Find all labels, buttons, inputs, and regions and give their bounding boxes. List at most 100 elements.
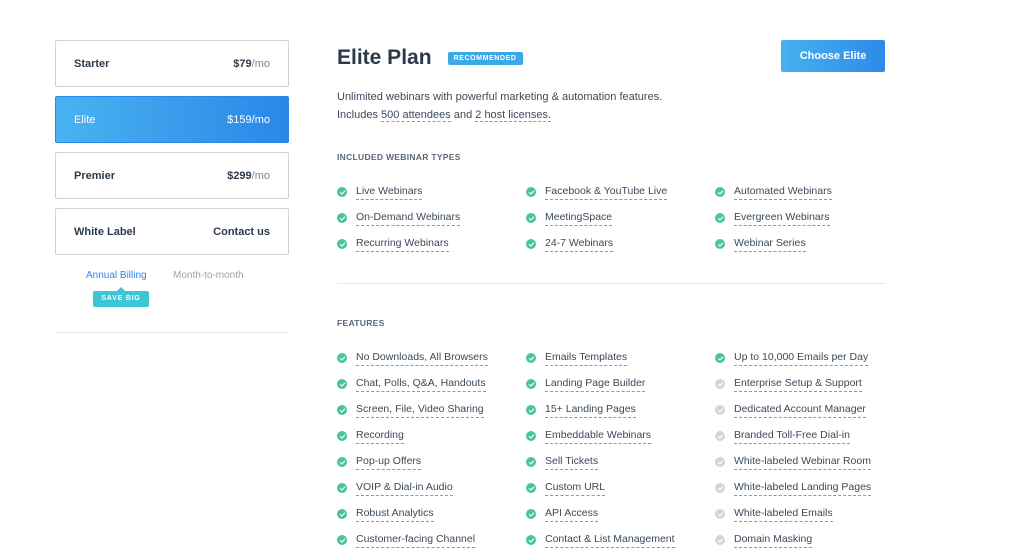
- choose-plan-button[interactable]: Choose Elite: [781, 40, 885, 72]
- check-icon: [715, 457, 725, 467]
- item-label[interactable]: Facebook & YouTube Live: [545, 185, 668, 200]
- list-item: Domain Masking: [715, 530, 885, 550]
- check-icon: [337, 535, 347, 545]
- plan-price: Contact us: [213, 226, 270, 238]
- check-icon: [715, 239, 725, 249]
- item-label[interactable]: Automated Webinars: [734, 185, 832, 200]
- item-label[interactable]: Customer-facing Channel: [356, 533, 476, 548]
- plan-price-amount: $299: [227, 169, 252, 182]
- check-icon: [526, 379, 536, 389]
- item-label[interactable]: Screen, File, Video Sharing: [356, 403, 484, 418]
- plan-price-period: /mo: [251, 169, 270, 182]
- list-item: Dedicated Account Manager: [715, 400, 885, 420]
- item-label[interactable]: Chat, Polls, Q&A, Handouts: [356, 377, 486, 392]
- plan-price-amount: $79: [233, 57, 252, 70]
- recommended-badge: RECOMMENDED: [447, 51, 523, 65]
- plan-card-white-label[interactable]: White Label Contact us: [55, 208, 289, 255]
- list-item: Up to 10,000 Emails per Day: [715, 348, 885, 368]
- item-label[interactable]: API Access: [545, 507, 599, 522]
- item-label[interactable]: White-labeled Landing Pages: [734, 481, 872, 496]
- item-label[interactable]: Emails Templates: [545, 351, 628, 366]
- item-label[interactable]: Landing Page Builder: [545, 377, 646, 392]
- item-label[interactable]: Custom URL: [545, 481, 606, 496]
- check-icon: [715, 379, 725, 389]
- list-item: MeetingSpace: [526, 208, 715, 228]
- plan-sidebar: Starter $79/mo Elite $159/mo Premier $29…: [55, 40, 289, 333]
- item-label[interactable]: MeetingSpace: [545, 211, 613, 226]
- item-label[interactable]: Up to 10,000 Emails per Day: [734, 351, 869, 366]
- list-item: API Access: [526, 504, 715, 524]
- features-section: FEATURES No Downloads, All Browsers Email…: [337, 318, 885, 550]
- list-item: Automated Webinars: [715, 182, 885, 202]
- item-label[interactable]: Enterprise Setup & Support: [734, 377, 862, 392]
- item-label[interactable]: Domain Masking: [734, 533, 813, 548]
- item-label[interactable]: Robust Analytics: [356, 507, 434, 522]
- list-item: Recurring Webinars: [337, 234, 526, 254]
- plan-card-elite[interactable]: Elite $159/mo: [55, 96, 289, 143]
- list-item: Contact & List Management: [526, 530, 715, 550]
- check-icon: [526, 353, 536, 363]
- check-icon: [715, 405, 725, 415]
- billing-toggle: Annual Billing Month-to-month SAVE BIG: [55, 264, 289, 324]
- list-item: Emails Templates: [526, 348, 715, 368]
- item-label[interactable]: Contact & List Management: [545, 533, 675, 548]
- item-label[interactable]: Recurring Webinars: [356, 237, 449, 252]
- list-item: Facebook & YouTube Live: [526, 182, 715, 202]
- item-label[interactable]: Recording: [356, 429, 404, 444]
- plan-name: White Label: [74, 225, 136, 238]
- item-label[interactable]: Pop-up Offers: [356, 455, 422, 470]
- annual-billing-option[interactable]: Annual Billing: [86, 270, 147, 281]
- item-label[interactable]: 15+ Landing Pages: [545, 403, 636, 418]
- check-icon: [337, 379, 347, 389]
- item-label[interactable]: Dedicated Account Manager: [734, 403, 866, 418]
- item-label[interactable]: White-labeled Emails: [734, 507, 833, 522]
- item-label[interactable]: VOIP & Dial-in Audio: [356, 481, 453, 496]
- host-licenses-link[interactable]: 2 host licenses.: [475, 109, 552, 122]
- item-label[interactable]: Sell Tickets: [545, 455, 599, 470]
- check-icon: [715, 187, 725, 197]
- check-icon: [526, 405, 536, 415]
- list-item: Live Webinars: [337, 182, 526, 202]
- check-icon: [715, 535, 725, 545]
- check-icon: [337, 509, 347, 519]
- item-label[interactable]: Embeddable Webinars: [545, 429, 652, 444]
- list-item: Branded Toll-Free Dial-in: [715, 426, 885, 446]
- list-item: Recording: [337, 426, 526, 446]
- plan-card-starter[interactable]: Starter $79/mo: [55, 40, 289, 87]
- item-label[interactable]: Webinar Series: [734, 237, 806, 252]
- item-label[interactable]: On-Demand Webinars: [356, 211, 461, 226]
- check-icon: [526, 535, 536, 545]
- item-label[interactable]: Evergreen Webinars: [734, 211, 830, 226]
- check-icon: [337, 431, 347, 441]
- list-item: White-labeled Webinar Room: [715, 452, 885, 472]
- item-label[interactable]: Branded Toll-Free Dial-in: [734, 429, 850, 444]
- list-item: Customer-facing Channel: [337, 530, 526, 550]
- plan-name: Elite: [74, 113, 96, 126]
- plan-price-amount: $159: [227, 113, 252, 126]
- item-label[interactable]: No Downloads, All Browsers: [356, 351, 488, 366]
- monthly-billing-option[interactable]: Month-to-month: [173, 270, 244, 281]
- plan-price: $159/mo: [227, 114, 270, 126]
- check-icon: [337, 457, 347, 467]
- item-label[interactable]: 24-7 Webinars: [545, 237, 614, 252]
- check-icon: [337, 353, 347, 363]
- check-icon: [526, 239, 536, 249]
- webinar-types-section: INCLUDED WEBINAR TYPES Live Webinars Face…: [337, 152, 885, 254]
- section-heading: FEATURES: [337, 318, 385, 328]
- plan-price-period: /mo: [251, 57, 270, 70]
- list-item: 24-7 Webinars: [526, 234, 715, 254]
- list-item: Custom URL: [526, 478, 715, 498]
- check-icon: [526, 457, 536, 467]
- plan-name: Starter: [74, 57, 110, 70]
- list-item: On-Demand Webinars: [337, 208, 526, 228]
- attendees-link[interactable]: 500 attendees: [381, 109, 451, 122]
- list-item: Sell Tickets: [526, 452, 715, 472]
- plan-price-amount: Contact us: [213, 225, 270, 238]
- plan-card-premier[interactable]: Premier $299/mo: [55, 152, 289, 199]
- item-label[interactable]: Live Webinars: [356, 185, 423, 200]
- check-icon: [337, 239, 347, 249]
- check-icon: [526, 213, 536, 223]
- item-label[interactable]: White-labeled Webinar Room: [734, 455, 871, 470]
- description-line-1: Unlimited webinars with powerful marketi…: [337, 91, 663, 103]
- plan-price: $79/mo: [233, 58, 270, 70]
